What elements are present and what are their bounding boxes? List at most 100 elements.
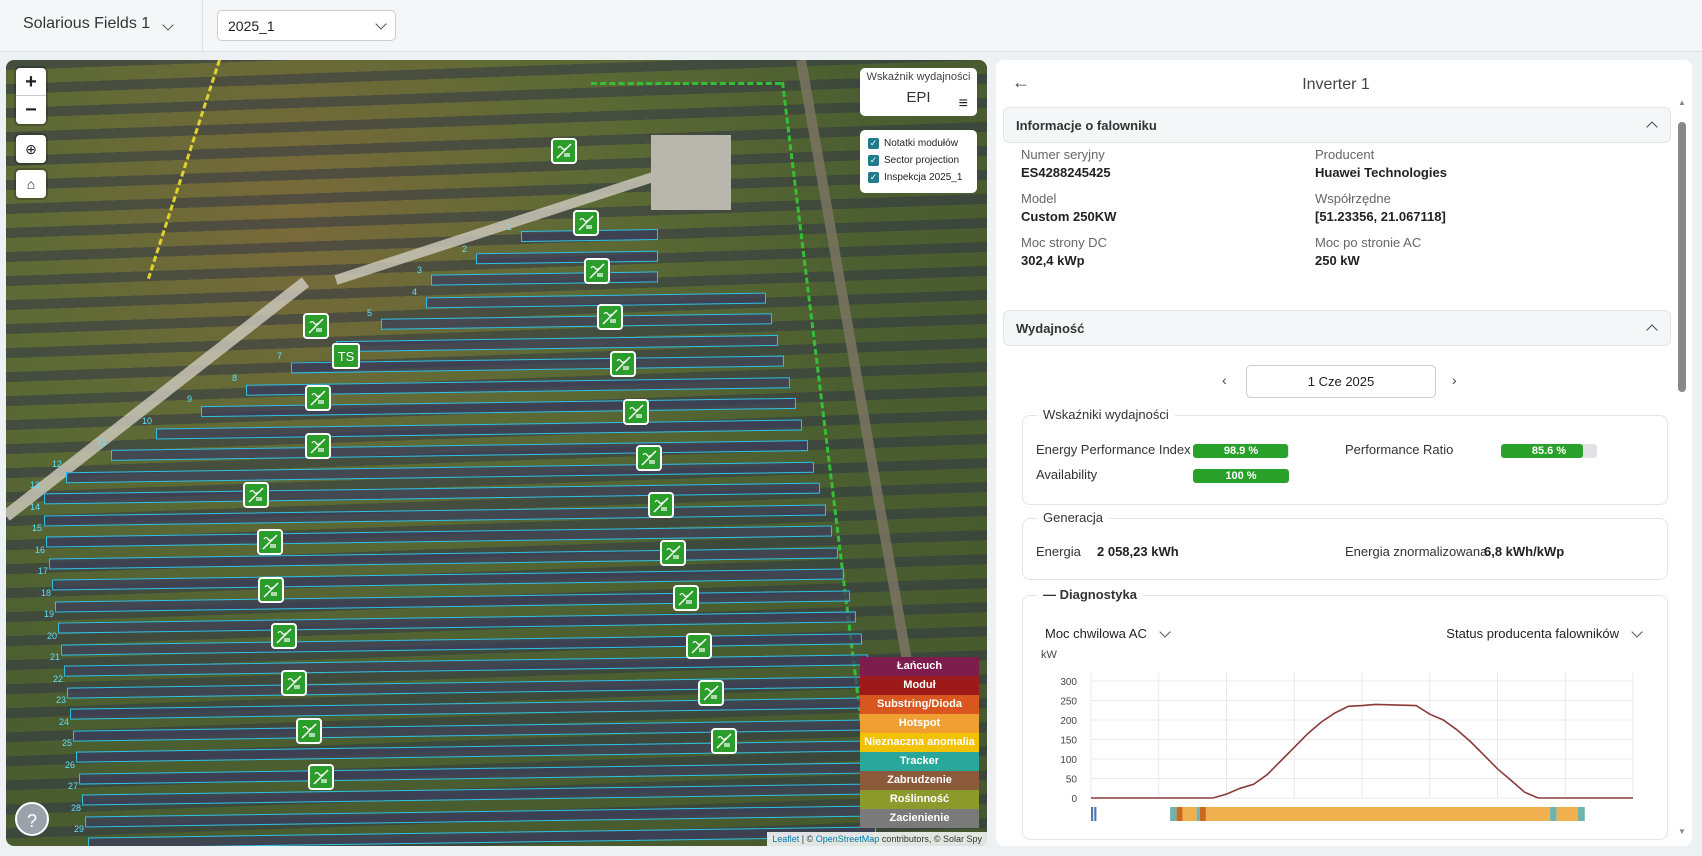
- row-label: 21: [50, 652, 61, 662]
- osm-link[interactable]: OpenStreetMap: [816, 834, 880, 844]
- field-value: [51.23356, 21.067118]: [1315, 209, 1446, 224]
- inverter-icon: [653, 497, 669, 513]
- inverter-marker[interactable]: [258, 577, 284, 603]
- legend-item[interactable]: Roślinność: [860, 790, 979, 809]
- scroll-down-icon[interactable]: ▼: [1678, 827, 1686, 836]
- status-segment[interactable]: [1176, 807, 1183, 821]
- chevron-up-icon[interactable]: [1646, 121, 1658, 133]
- status-segment[interactable]: [1196, 807, 1200, 821]
- inverter-marker[interactable]: [673, 585, 699, 611]
- inspection-value: 2025_1: [228, 18, 275, 34]
- field-label: Współrzędne: [1315, 191, 1391, 206]
- checkbox-checked-icon[interactable]: ✓: [868, 138, 879, 149]
- scroll-up-icon[interactable]: ▲: [1678, 98, 1686, 107]
- box-caption[interactable]: — Diagnostyka: [1037, 587, 1143, 602]
- substation: [651, 135, 731, 210]
- layer-toggle[interactable]: ✓ Sector projection: [868, 152, 969, 169]
- zoom-to-fit-icon[interactable]: ⊕: [16, 135, 46, 163]
- legend-item[interactable]: Tracker: [860, 752, 979, 771]
- panel-scrollbar[interactable]: ▲ ▼: [1678, 98, 1686, 836]
- layer-toggle[interactable]: ✓ Notatki modułów: [868, 135, 969, 152]
- row-label: 28: [71, 802, 82, 813]
- layer-toggle[interactable]: ✓ Inspekcja 2025_1: [868, 169, 969, 186]
- legend-item[interactable]: Substring/Dioda: [860, 695, 979, 714]
- inverter-marker[interactable]: [551, 138, 577, 164]
- y-tick-label: 50: [1066, 775, 1078, 786]
- date-picker[interactable]: 1 Cze 2025: [1246, 365, 1436, 398]
- status-select[interactable]: Status producenta falowników: [1446, 626, 1643, 641]
- inverter-marker[interactable]: [660, 540, 686, 566]
- y-tick-label: 200: [1060, 716, 1077, 727]
- section-performance[interactable]: Wydajność: [1003, 310, 1671, 346]
- site-selector[interactable]: Solarious Fields 1: [23, 15, 174, 33]
- inverter-icon: [678, 590, 694, 606]
- scrollbar-thumb[interactable]: [1678, 122, 1686, 392]
- inspection-select[interactable]: 2025_1: [217, 10, 396, 41]
- checkbox-checked-icon[interactable]: ✓: [868, 155, 879, 166]
- menu-icon[interactable]: ≡: [959, 95, 968, 113]
- status-segment[interactable]: [1170, 807, 1177, 821]
- inverter-marker[interactable]: [584, 258, 610, 284]
- prev-date-icon[interactable]: ‹: [1222, 372, 1227, 388]
- metric-select[interactable]: Moc chwilowa AC: [1045, 626, 1171, 641]
- layer-label: Sector projection: [884, 155, 960, 166]
- inverter-marker[interactable]: [698, 680, 724, 706]
- status-segment[interactable]: [1182, 807, 1197, 821]
- help-button[interactable]: ?: [15, 802, 49, 836]
- inverter-marker[interactable]: [243, 482, 269, 508]
- inverter-icon: [248, 487, 264, 503]
- kpi-selector[interactable]: Wskaźnik wydajności EPI ≡: [860, 68, 977, 116]
- row-label: 25: [62, 738, 73, 748]
- inverter-marker[interactable]: [636, 445, 662, 471]
- legend-item[interactable]: Nieznaczna anomalia: [860, 733, 979, 752]
- inverter-marker[interactable]: [648, 492, 674, 518]
- inverter-marker[interactable]: [597, 304, 623, 330]
- row-label: 14: [30, 501, 41, 512]
- inverter-marker[interactable]: [271, 623, 297, 649]
- status-segment[interactable]: [1550, 807, 1557, 821]
- inverter-marker[interactable]: [303, 313, 329, 339]
- zoom-in-button[interactable]: +: [16, 68, 46, 96]
- leaflet-link[interactable]: Leaflet: [772, 834, 799, 844]
- inverter-marker[interactable]: [711, 728, 737, 754]
- inverter-marker[interactable]: [623, 399, 649, 425]
- chevron-up-icon[interactable]: [1646, 324, 1658, 336]
- inverter-marker[interactable]: [257, 529, 283, 555]
- status-segment[interactable]: [1091, 807, 1094, 821]
- checkbox-checked-icon[interactable]: ✓: [868, 172, 879, 183]
- legend-item[interactable]: Zabrudzenie: [860, 771, 979, 790]
- row-label: 22: [53, 673, 64, 684]
- section-title: Informacje o falowniku: [1016, 118, 1157, 133]
- inverter-marker[interactable]: [573, 210, 599, 236]
- inverter-marker[interactable]: [296, 718, 322, 744]
- section-inverter-info[interactable]: Informacje o falowniku: [1003, 107, 1671, 143]
- transformer-station-marker[interactable]: TS: [332, 343, 360, 369]
- legend-item[interactable]: Hotspot: [860, 714, 979, 733]
- inverter-marker[interactable]: [610, 351, 636, 377]
- row-label: 26: [65, 759, 76, 770]
- status-segment[interactable]: [1577, 807, 1585, 821]
- zoom-out-button[interactable]: −: [16, 96, 46, 124]
- box-caption: Generacja: [1037, 510, 1109, 525]
- home-icon[interactable]: ⌂: [16, 170, 46, 198]
- inverter-marker[interactable]: [281, 670, 307, 696]
- legend-item[interactable]: Moduł: [860, 676, 979, 695]
- legend-item[interactable]: Zacienienie: [860, 809, 979, 828]
- panel-row[interactable]: [475, 250, 659, 264]
- inverter-marker[interactable]: [305, 433, 331, 459]
- status-segment[interactable]: [1094, 807, 1097, 821]
- status-segment[interactable]: [1199, 807, 1206, 821]
- legend-item[interactable]: Łańcuch: [860, 657, 979, 676]
- inverter-marker[interactable]: [308, 764, 334, 790]
- inverter-marker[interactable]: [686, 633, 712, 659]
- row-label: 29: [74, 824, 85, 834]
- status-segment[interactable]: [1556, 807, 1578, 821]
- y-tick-label: 100: [1060, 755, 1077, 766]
- inverter-icon: [263, 582, 279, 598]
- map[interactable]: 1234567891011121314151617181920212223242…: [6, 60, 987, 846]
- top-bar: Solarious Fields 1 2025_1: [0, 0, 1702, 52]
- status-segment[interactable]: [1205, 807, 1551, 821]
- next-date-icon[interactable]: ›: [1452, 372, 1457, 388]
- kpi-bar-pr: 85.6 %: [1501, 444, 1597, 458]
- inverter-marker[interactable]: [305, 385, 331, 411]
